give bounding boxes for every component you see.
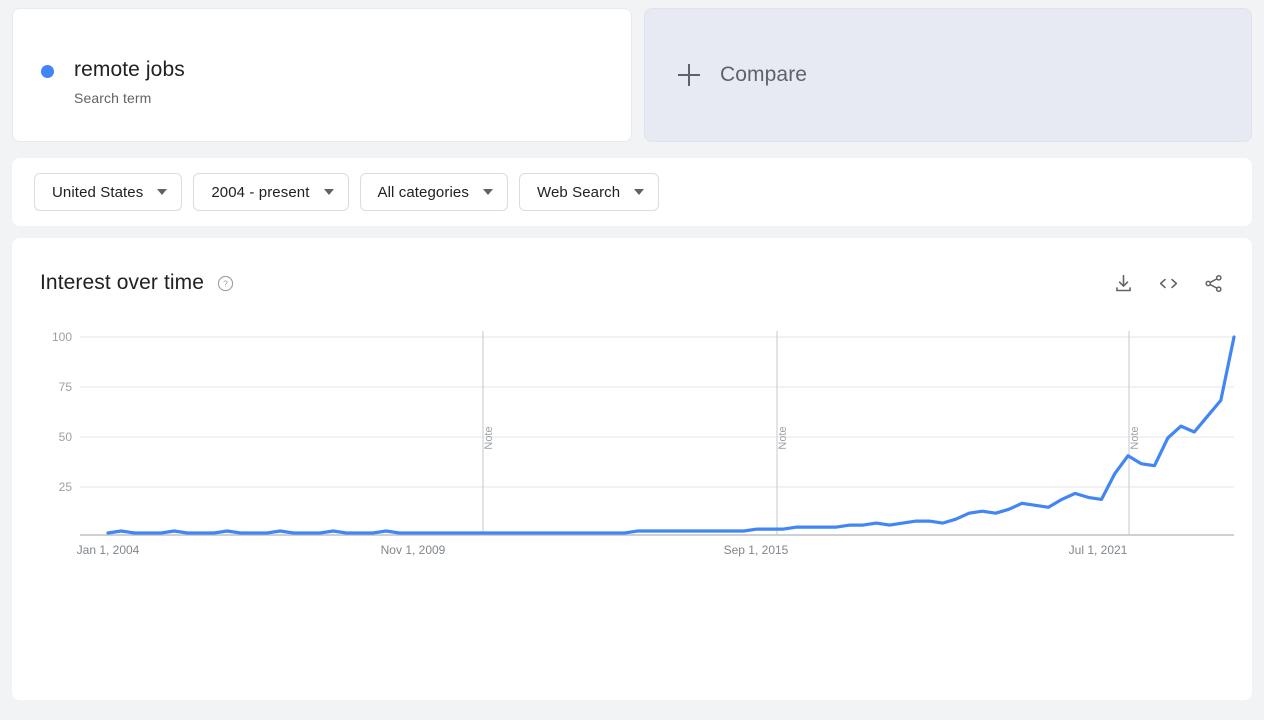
- download-icon[interactable]: [1113, 273, 1134, 294]
- filter-category-label: All categories: [377, 183, 469, 201]
- filter-search-type-label: Web Search: [536, 183, 621, 201]
- interest-over-time-chart[interactable]: 100 75 50 25 Note Note Note Jan 1, 2004 …: [40, 326, 1236, 576]
- share-icon[interactable]: [1203, 273, 1224, 294]
- search-term-row: remote jobs Search term Compare: [0, 0, 1264, 150]
- y-tick-50: 50: [59, 430, 73, 444]
- compare-button[interactable]: Compare: [644, 8, 1252, 142]
- embed-code-icon[interactable]: [1157, 273, 1180, 294]
- chevron-down-icon: [634, 189, 645, 195]
- trend-line: [106, 335, 1236, 535]
- filter-category[interactable]: All categories: [359, 173, 508, 211]
- page-title: Interest over time: [40, 271, 205, 294]
- filter-time-range-label: 2004 - present: [211, 183, 310, 201]
- filter-location[interactable]: United States: [34, 173, 183, 211]
- chart-section: Interest over time ? 100 75 50 25 Note N…: [0, 226, 1264, 700]
- x-tick-0: Jan 1, 2004: [77, 543, 140, 557]
- y-tick-25: 25: [59, 480, 73, 494]
- filter-search-type[interactable]: Web Search: [518, 173, 660, 211]
- chart-canvas: 100 75 50 25 Note Note Note Jan 1, 2004 …: [52, 330, 1236, 557]
- svg-text:?: ?: [223, 278, 228, 288]
- filter-time-range[interactable]: 2004 - present: [193, 173, 349, 211]
- chart-action-group: [1113, 273, 1224, 294]
- note-label-1: Note: [483, 426, 495, 449]
- chart-header: Interest over time ?: [40, 268, 1224, 298]
- note-label-2: Note: [777, 426, 789, 449]
- help-circle-icon[interactable]: ?: [217, 275, 234, 292]
- x-tick-2: Sep 1, 2015: [724, 543, 789, 557]
- search-term-label: remote jobs: [74, 58, 185, 81]
- interest-over-time-card: Interest over time ? 100 75 50 25 Note N…: [12, 238, 1252, 700]
- chevron-down-icon: [482, 189, 493, 195]
- plus-icon: [678, 64, 700, 86]
- y-tick-100: 100: [52, 330, 72, 344]
- series-color-dot: [41, 65, 54, 78]
- note-label-3: Note: [1129, 426, 1141, 449]
- y-tick-75: 75: [59, 380, 73, 394]
- x-tick-1: Nov 1, 2009: [381, 543, 446, 557]
- filter-location-label: United States: [52, 183, 144, 201]
- filter-bar: United States 2004 - present All categor…: [12, 158, 1252, 226]
- x-tick-3: Jul 1, 2021: [1069, 543, 1128, 557]
- compare-label: Compare: [720, 63, 808, 86]
- search-term-card[interactable]: remote jobs Search term: [12, 8, 632, 142]
- chevron-down-icon: [323, 189, 334, 195]
- search-term-type: Search term: [74, 90, 152, 106]
- chevron-down-icon: [157, 189, 168, 195]
- gridlines: [80, 336, 1234, 488]
